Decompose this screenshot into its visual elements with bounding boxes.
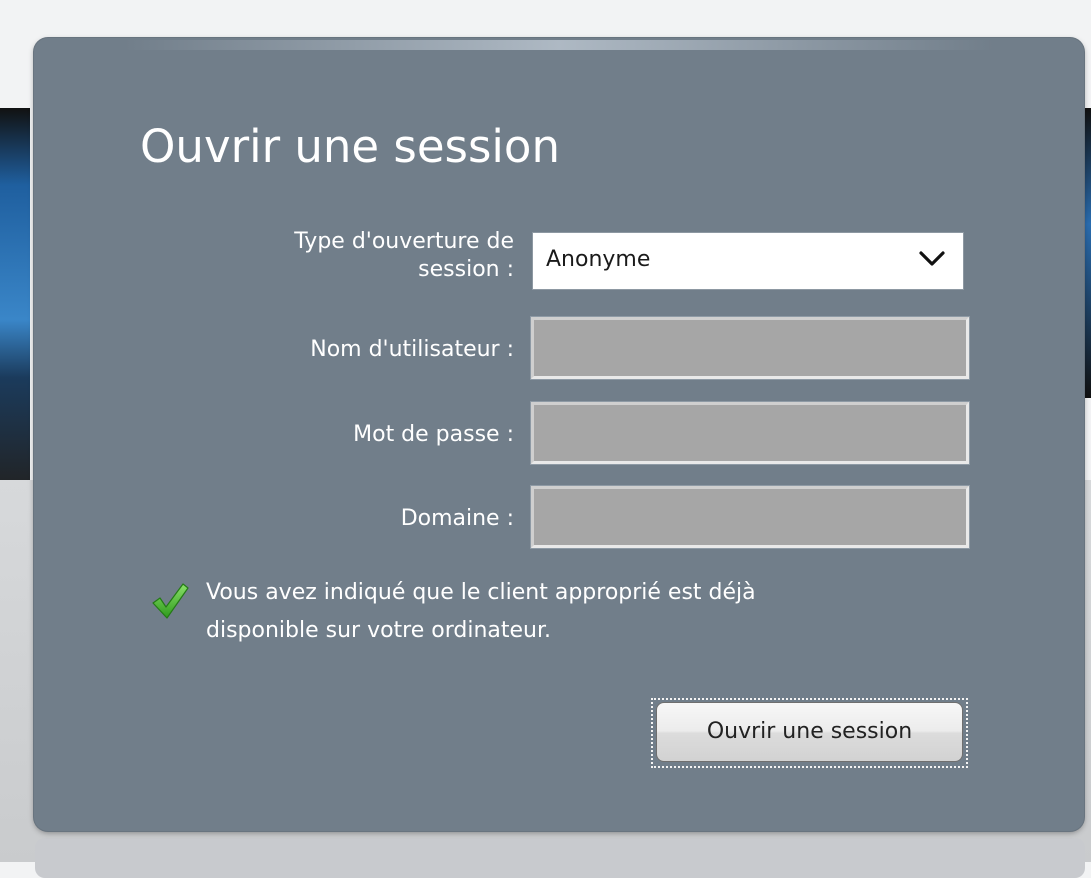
chevron-down-icon[interactable] (919, 249, 945, 269)
background-window-left-edge (0, 108, 30, 493)
background-panel (35, 838, 1085, 878)
password-label: Mot de passe : (353, 422, 514, 447)
username-label: Nom d'utilisateur : (310, 337, 514, 362)
domain-field[interactable] (530, 485, 970, 549)
session-type-label: Type d'ouverture de session : (294, 229, 514, 282)
checkmark-icon (152, 583, 189, 619)
username-field[interactable] (530, 316, 970, 380)
login-dialog: Ouvrir une session Type d'ouverture de s… (34, 38, 1084, 831)
dialog-top-highlight (124, 40, 994, 50)
dialog-title: Ouvrir une session (140, 120, 560, 173)
session-type-select[interactable]: Anonyme (532, 232, 964, 290)
password-field[interactable] (530, 401, 970, 465)
open-session-button[interactable]: Ouvrir une session (656, 702, 963, 762)
session-type-value: Anonyme (546, 247, 651, 272)
client-available-notice: Vous avez indiqué que le client appropri… (206, 580, 756, 643)
domain-label: Domaine : (400, 506, 514, 531)
